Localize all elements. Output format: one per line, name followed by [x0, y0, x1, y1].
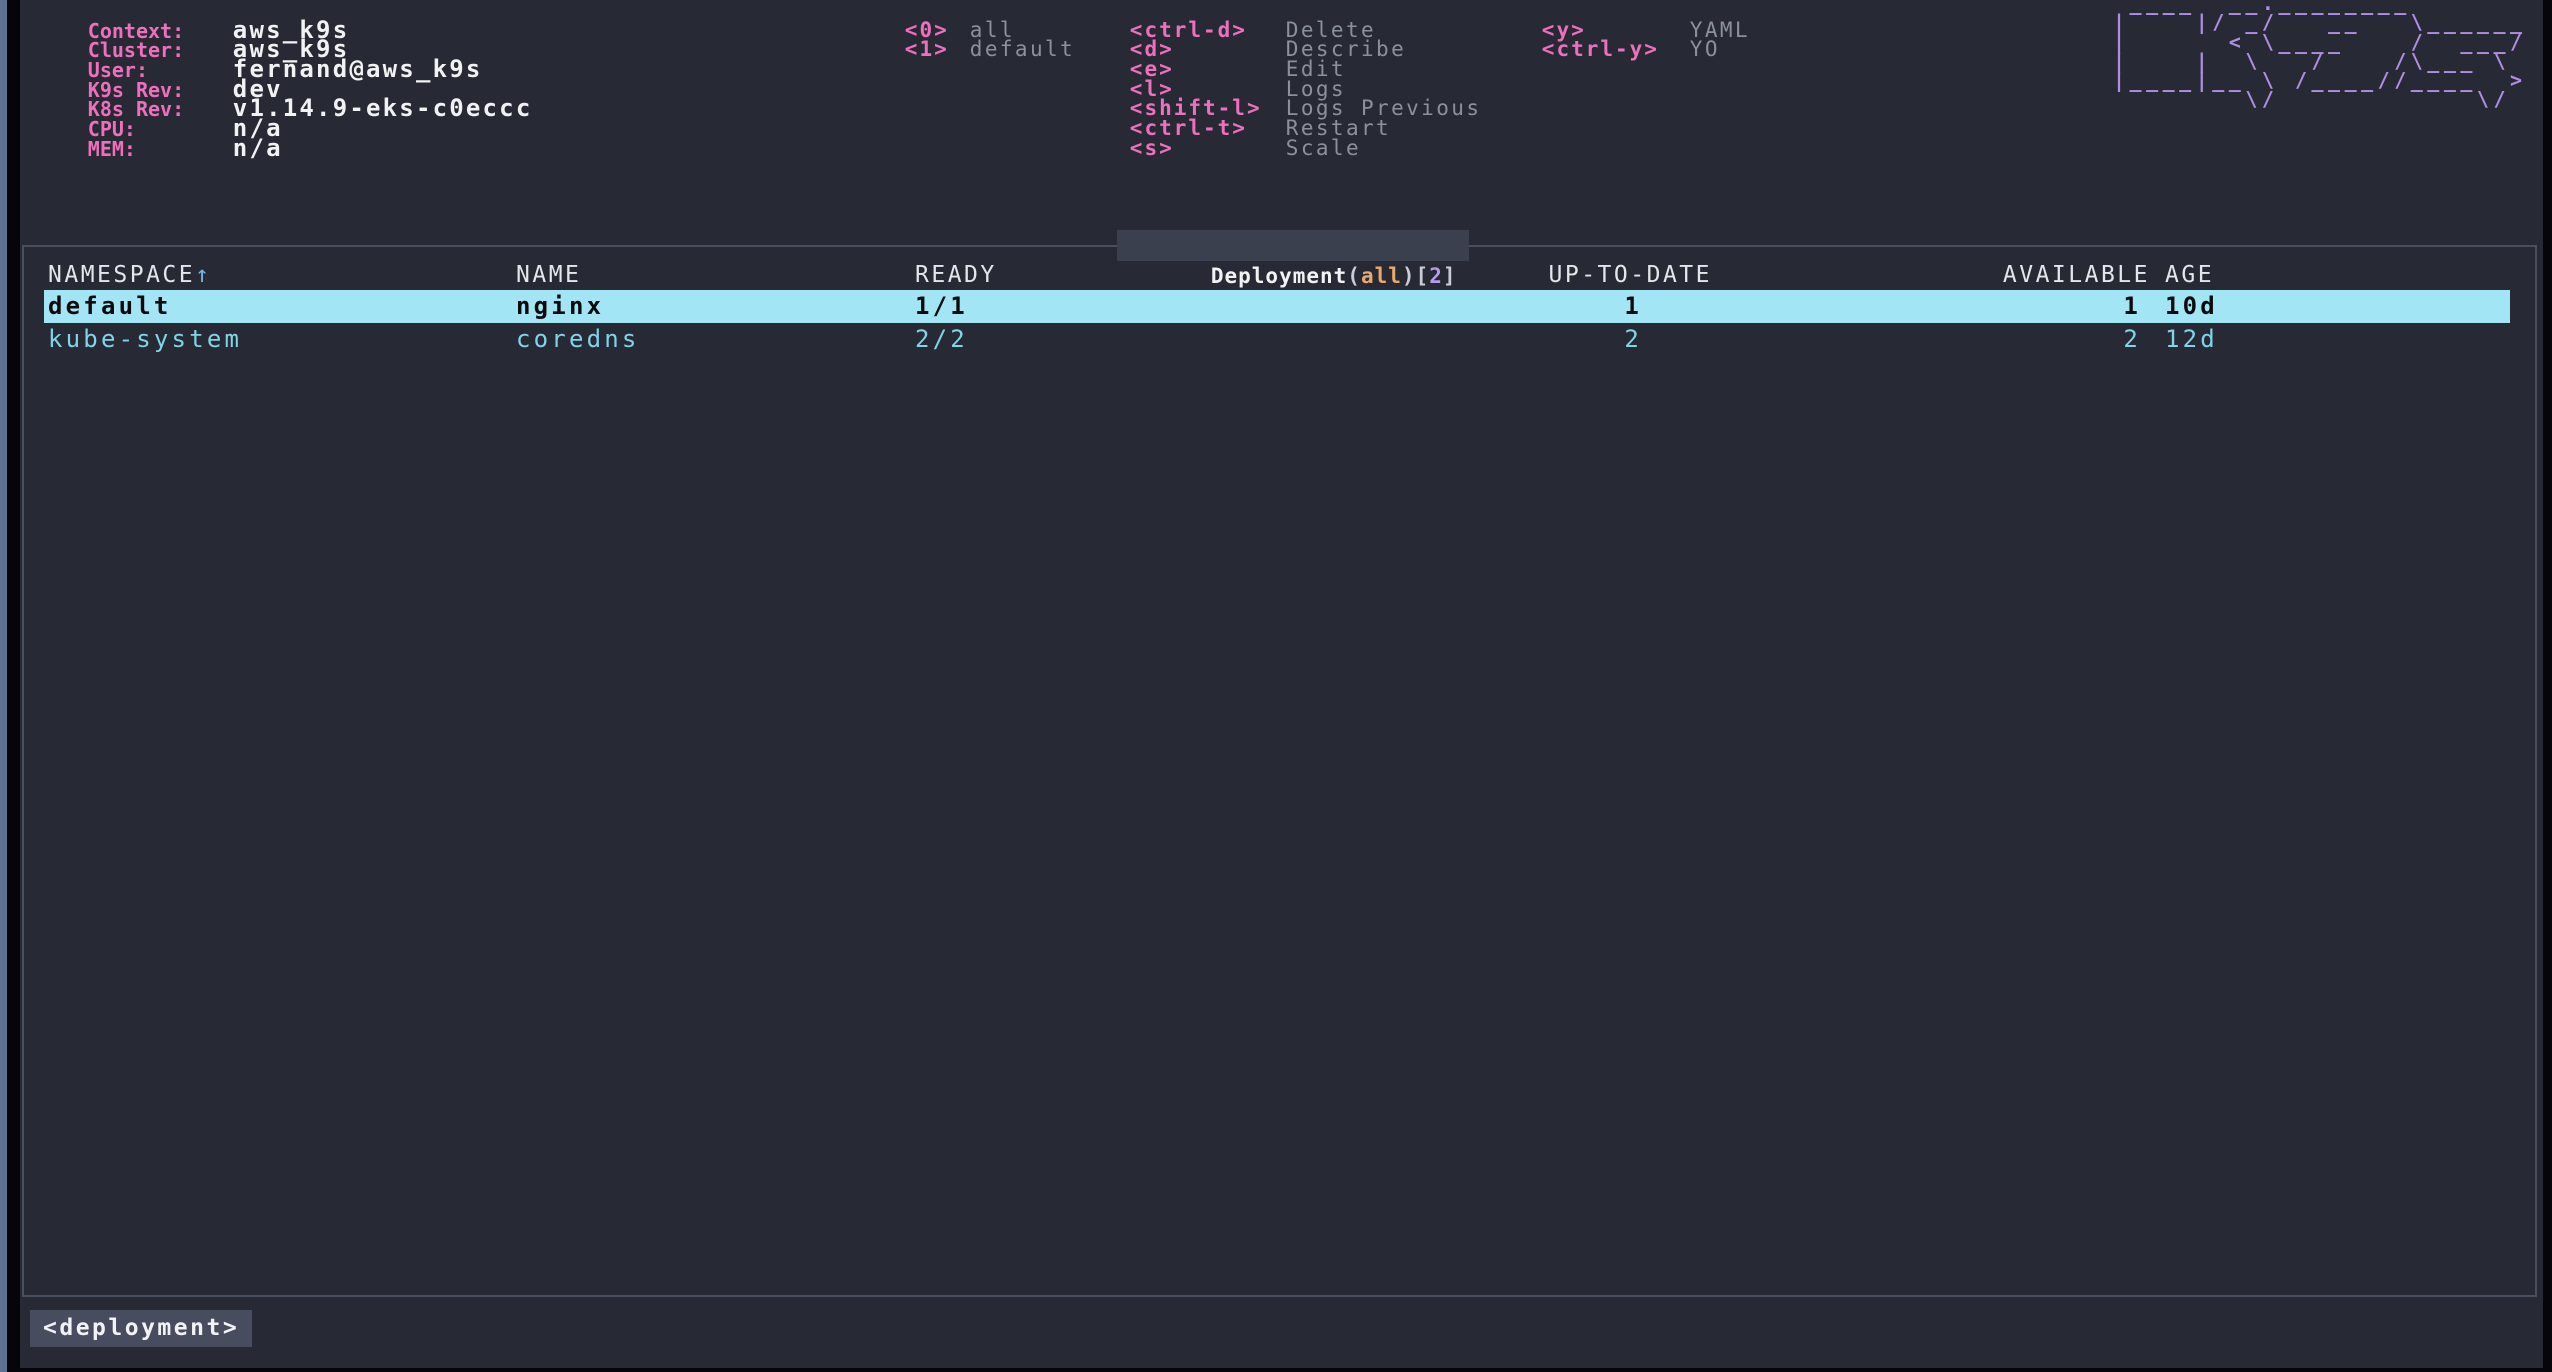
column-header-namespace-label: NAMESPACE	[48, 262, 195, 288]
cell-up-to-date: 1	[1548, 290, 1712, 323]
cluster-info: Context:aws_k9s Cluster:aws_k9s User:fer…	[30, 1, 532, 139]
window-accent-strip	[0, 0, 7, 1372]
cell-age: 10d	[2150, 290, 2510, 323]
deployment-table-panel: Deployment(all)[2] NAMESPACE↑ NAME READY…	[22, 245, 2537, 1297]
hotkey-delete: <ctrl-d>Delete	[1072, 1, 1481, 21]
hotkey-yo-label: YO	[1690, 37, 1720, 61]
cell-name: coredns	[516, 323, 915, 356]
column-header-available[interactable]: AVAILABLE	[1712, 260, 2150, 290]
cell-age: 12d	[2150, 323, 2510, 356]
hotkey-scale-label: Scale	[1286, 136, 1361, 160]
hotkey-all: <0>all	[847, 1, 1075, 21]
column-header-name[interactable]: NAME	[516, 260, 915, 290]
view-count: 2	[1429, 264, 1443, 288]
logo-line: \/ \/	[2113, 90, 2527, 109]
cell-namespace: default	[44, 290, 516, 323]
hotkey-menu-yaml: <y>YAML <ctrl-y>YO	[1484, 1, 1750, 40]
breadcrumb-deployment[interactable]: <deployment>	[30, 1310, 252, 1347]
view-title-paren-close: )	[1402, 264, 1416, 288]
view-title-paren-open: (	[1347, 264, 1361, 288]
hotkey-yaml: <y>YAML	[1484, 1, 1750, 21]
column-header-up-to-date[interactable]: UP-TO-DATE	[1548, 260, 1712, 290]
view-title-bracket-open: [	[1416, 264, 1430, 288]
cell-available: 1	[1712, 290, 2150, 323]
cell-ready: 2/2	[915, 323, 1548, 356]
cell-up-to-date: 2	[1548, 323, 1712, 356]
table-row-kube-system-coredns[interactable]: kube-system coredns 2/2 2 2 12d	[44, 323, 2510, 356]
mem-label: MEM:	[88, 140, 233, 160]
cluster-info-row-context: Context:aws_k9s	[30, 1, 532, 21]
column-header-age[interactable]: AGE	[2150, 260, 2510, 290]
hotkey-default-label: default	[970, 37, 1075, 61]
hotkey-yo-key: <ctrl-y>	[1542, 40, 1690, 60]
cell-namespace: kube-system	[44, 323, 516, 356]
sort-ascending-arrow-icon: ↑	[195, 262, 211, 288]
view-scope: all	[1361, 264, 1402, 288]
cell-name: nginx	[516, 290, 915, 323]
view-title-badge: Deployment(all)[2]	[1117, 230, 1469, 261]
table-row-default-nginx[interactable]: default nginx 1/1 1 1 10d	[44, 290, 2510, 323]
view-title-bracket-close: ]	[1443, 264, 1457, 288]
hotkey-scale-key: <s>	[1130, 139, 1286, 159]
cell-available: 2	[1712, 323, 2150, 356]
view-kind: Deployment	[1211, 264, 1347, 288]
mem-value: n/a	[233, 134, 283, 162]
hotkey-menu-namespaces: <0>all <1>default	[847, 1, 1075, 40]
k9s-ascii-logo: ____ __.________ | |/ _/ __ \______ | < …	[2113, 0, 2527, 110]
k9s-terminal: Context:aws_k9s Cluster:aws_k9s User:fer…	[20, 0, 2543, 1368]
hotkey-default-key: <1>	[905, 40, 970, 60]
hotkey-menu-actions: <ctrl-d>Delete <d>Describe <e>Edit <l>Lo…	[1072, 1, 1481, 139]
cell-ready: 1/1	[915, 290, 1548, 323]
column-header-namespace[interactable]: NAMESPACE↑	[44, 260, 516, 290]
